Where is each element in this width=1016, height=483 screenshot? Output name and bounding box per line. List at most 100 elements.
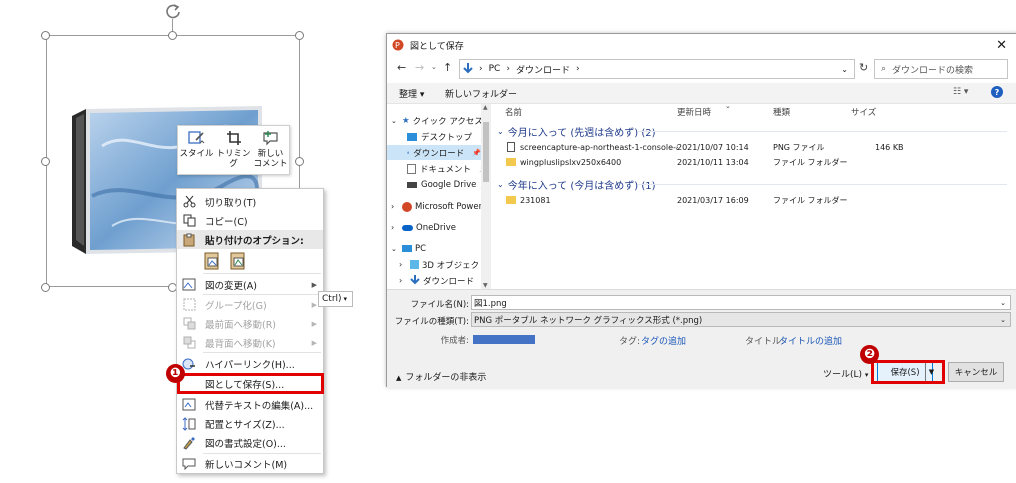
chevron-down-icon: ▾ <box>343 295 348 303</box>
title-input[interactable]: タイトルの追加 <box>779 334 842 347</box>
search-input[interactable]: ⌕ ダウンロードの検索 <box>874 59 1008 79</box>
expand-chevron-icon[interactable]: ⌄ <box>391 117 399 125</box>
group-divider <box>637 184 1007 185</box>
nav-label: Google Drive <box>421 179 477 190</box>
paste-ctrl-tag[interactable]: Ctrl) ▾ <box>318 291 353 307</box>
address-field[interactable]: › PC › ダウンロード › ⌄ <box>459 59 855 79</box>
menu-item-hyperlink[interactable]: ハイパーリンク(H)... <box>177 354 323 373</box>
column-date[interactable]: 更新日時 <box>677 106 711 118</box>
column-name[interactable]: 名前 <box>505 106 522 118</box>
file-row[interactable]: wingpluslipslxv250x6400 2021/10/11 13:04… <box>495 155 1015 169</box>
resize-handle-tr[interactable] <box>295 31 304 40</box>
powerpoint-icon <box>402 201 412 212</box>
address-dropdown-icon[interactable]: ⌄ <box>841 65 848 74</box>
nav-google-drive[interactable]: Google Drive 📌 <box>407 177 489 192</box>
back-icon[interactable]: ← <box>397 61 406 74</box>
scrollbar-thumb[interactable] <box>483 122 489 182</box>
menu-item-format-picture[interactable]: 図の書式設定(O)... <box>177 433 323 452</box>
nav-label: クイック アクセス <box>412 116 483 127</box>
menu-item-change-picture[interactable]: 図の変更(A) ▶ <box>177 275 323 294</box>
nav-onedrive[interactable]: › OneDrive <box>391 220 456 235</box>
forward-icon[interactable]: → <box>415 61 424 74</box>
help-icon[interactable]: ? <box>991 86 1003 98</box>
resize-handle-r[interactable] <box>295 157 304 166</box>
group-this-year[interactable]: ⌄ 今年に入って (今月は含めず) (1) <box>497 177 1007 192</box>
paste-option-buttons <box>203 251 247 271</box>
chevron-down-icon[interactable]: ⌄ <box>1000 299 1006 307</box>
menu-item-bring-front[interactable]: 最前面へ移動(R) ▶ <box>177 314 323 333</box>
paste-keep-picture-icon[interactable] <box>229 251 247 271</box>
cancel-button[interactable]: キャンセル <box>948 362 1004 382</box>
sort-chevron-icon: ⌄ <box>725 102 731 110</box>
expand-chevron-icon[interactable]: › <box>399 260 407 269</box>
paste-icon <box>181 232 197 248</box>
nav-label: OneDrive <box>416 222 456 233</box>
resize-handle-l[interactable] <box>41 157 50 166</box>
file-row[interactable]: 231081 2021/03/17 16:09 ファイル フォルダー <box>495 193 1015 207</box>
menu-item-copy[interactable]: コピー(C) <box>177 211 323 230</box>
expand-chevron-icon[interactable]: › <box>399 276 407 285</box>
nav-documents[interactable]: ドキュメント 📌 <box>407 161 488 176</box>
paste-picture-icon[interactable] <box>203 251 221 271</box>
nav-pc[interactable]: ⌄ PC <box>391 241 426 256</box>
onedrive-icon <box>402 224 413 231</box>
breadcrumb-downloads[interactable]: ダウンロード <box>516 63 570 76</box>
style-button[interactable]: スタイル <box>178 126 215 174</box>
submenu-arrow-icon: ▶ <box>311 280 317 289</box>
menu-item-send-back[interactable]: 最背面へ移動(K) ▶ <box>177 333 323 352</box>
file-type: PNG ファイル <box>773 142 825 152</box>
view-options-icon[interactable]: ☷ ▾ <box>953 87 968 97</box>
nav-desktop[interactable]: デスクトップ 📌 <box>407 129 489 144</box>
nav-label: ダウンロード <box>423 276 475 287</box>
filename-input[interactable]: 図1.png ⌄ <box>471 295 1011 310</box>
menu-item-cut[interactable]: 切り取り(T) <box>177 192 323 211</box>
scroll-down-icon[interactable]: ▼ <box>483 282 488 289</box>
refresh-icon[interactable]: ↻ <box>859 61 868 74</box>
menu-item-group[interactable]: グループ化(G) ▶ <box>177 295 323 314</box>
filetype-select[interactable]: PNG ポータブル ネットワーク グラフィックス形式 (*.png) ⌄ <box>471 312 1011 327</box>
close-icon[interactable]: ✕ <box>996 38 1007 53</box>
expand-chevron-icon[interactable]: › <box>391 223 399 232</box>
group-this-month[interactable]: ⌄ 今月に入って (先週は含めず) (2) <box>497 124 1007 139</box>
search-icon: ⌕ <box>881 64 887 74</box>
collapse-chevron-icon[interactable]: ⌄ <box>497 180 504 189</box>
new-folder-button[interactable]: 新しいフォルダー <box>445 87 517 100</box>
resize-handle-bl[interactable] <box>41 283 50 292</box>
resize-handle-tl[interactable] <box>41 31 50 40</box>
folder-icon <box>506 196 516 204</box>
organize-button[interactable]: 整理 ▾ <box>399 87 424 100</box>
scroll-up-icon[interactable]: ▲ <box>483 104 488 111</box>
file-row[interactable]: screencapture-ap-northeast-1-console-a..… <box>495 140 1015 154</box>
filetype-label: ファイルの種類(T): <box>394 317 469 327</box>
nav-scrollbar[interactable]: ▲ ▼ <box>481 104 491 289</box>
collapse-chevron-icon[interactable]: ⌄ <box>497 127 504 136</box>
style-label: スタイル <box>179 149 214 159</box>
tools-button[interactable]: ツール(L) ▾ <box>823 367 868 380</box>
desktop-icon <box>407 132 417 141</box>
menu-item-new-comment[interactable]: 新しいコメント(M) <box>177 454 323 473</box>
nav-downloads[interactable]: ダウンロード 📌 <box>387 145 481 160</box>
hide-folders-button[interactable]: ▲ フォルダーの非表示 <box>396 370 486 383</box>
up-icon[interactable]: ↑ <box>443 61 452 74</box>
send-back-icon <box>181 335 197 351</box>
menu-item-size-position[interactable]: 配置とサイズ(Z)... <box>177 414 323 433</box>
nav-quick-access[interactable]: ⌄ ★ クイック アクセス <box>391 113 483 128</box>
new-comment-button[interactable]: 新しい コメント <box>252 126 289 174</box>
recent-chevron-icon[interactable]: ⌄ <box>431 63 437 71</box>
menu-item-alt-text[interactable]: 代替テキストの編集(A)... <box>177 395 323 414</box>
chevron-down-icon[interactable]: ⌄ <box>1000 316 1006 324</box>
nav-pc-downloads[interactable]: › ダウンロード <box>399 273 474 288</box>
author-value-bar[interactable] <box>473 335 535 344</box>
tags-input[interactable]: タグの追加 <box>641 334 686 347</box>
nav-3d-objects[interactable]: › 3D オブジェクト <box>399 257 488 272</box>
column-type[interactable]: 種類 <box>773 106 790 118</box>
nav-label: デスクトップ <box>421 132 473 143</box>
rotate-icon[interactable] <box>164 2 182 20</box>
breadcrumb-pc[interactable]: PC <box>489 64 501 74</box>
crop-button[interactable]: トリミング <box>215 126 252 174</box>
column-size[interactable]: サイズ <box>851 106 876 118</box>
expand-chevron-icon[interactable]: ⌄ <box>391 245 399 253</box>
expand-chevron-icon[interactable]: › <box>391 202 399 211</box>
resize-handle-t[interactable] <box>168 31 177 40</box>
nav-powerpoint[interactable]: › Microsoft PowerP <box>391 199 487 214</box>
